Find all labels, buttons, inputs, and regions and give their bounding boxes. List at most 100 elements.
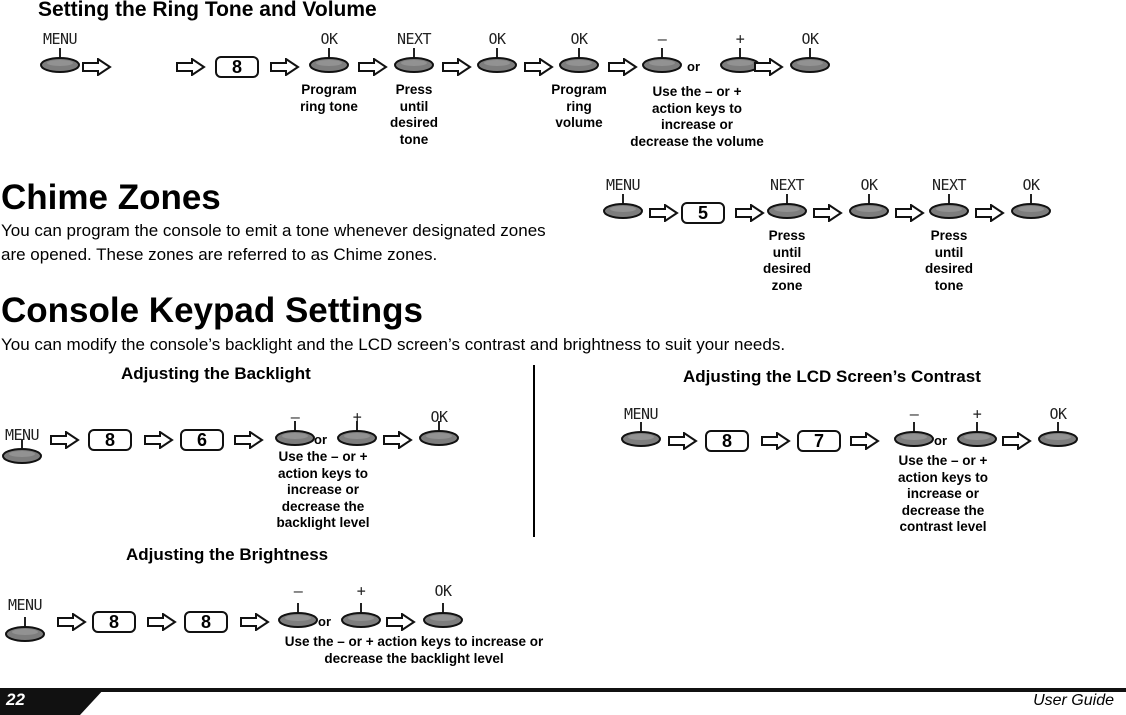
backlight-caption: Use the – or + action keys to increase o… [276, 449, 370, 530]
oval-key-icon [394, 48, 434, 73]
keypad-button-minus[interactable] [642, 48, 682, 73]
keypad-button-ok[interactable] [1011, 194, 1051, 219]
step-caption: Press until desired tone [924, 228, 974, 293]
oval-key-icon [642, 48, 682, 73]
footer-rule [0, 688, 1126, 692]
key-label: OK [1022, 176, 1040, 194]
step-caption: Press until desired zone [762, 228, 812, 293]
number-key-7[interactable]: 7 [797, 430, 841, 452]
keypad-button-plus[interactable] [957, 422, 997, 447]
arrow-right-icon [524, 57, 554, 77]
key-label: OK [488, 30, 506, 48]
backlight-heading: Adjusting the Backlight [121, 364, 311, 383]
column-divider [533, 365, 535, 537]
key-label: OK [430, 408, 448, 426]
contrast-caption: Use the – or + action keys to increase o… [897, 453, 989, 534]
key-label: OK [860, 176, 878, 194]
keypad-settings-body: You can modify the console’s backlight a… [1, 335, 786, 354]
key-label: + [352, 408, 362, 426]
arrow-right-icon [649, 203, 679, 223]
page-number: 22 [6, 690, 25, 709]
arrow-right-icon [270, 57, 300, 77]
keypad-button-ok[interactable] [849, 194, 889, 219]
keypad-button-ok[interactable] [790, 48, 830, 73]
number-key-8[interactable]: 8 [92, 611, 136, 633]
arrow-right-icon [176, 57, 206, 77]
key-label: NEXT [396, 30, 432, 48]
key-label: MENU [4, 426, 40, 444]
key-label: MENU [623, 405, 659, 423]
keypad-button-next[interactable] [767, 194, 807, 219]
oval-key-icon [849, 194, 889, 219]
step-caption: Press until desired tone [389, 82, 439, 147]
oval-key-icon [40, 48, 80, 73]
key-label: + [735, 30, 745, 48]
oval-key-icon [559, 48, 599, 73]
key-label: + [972, 405, 982, 423]
key-label: MENU [42, 30, 78, 48]
key-label: NEXT [769, 176, 805, 194]
key-label: MENU [605, 176, 641, 194]
number-key-5[interactable]: 5 [681, 202, 725, 224]
key-label: OK [801, 30, 819, 48]
step-caption: Program ring tone [300, 82, 358, 114]
arrow-right-icon [813, 203, 843, 223]
arrow-right-icon [147, 612, 177, 632]
key-label: – [290, 408, 300, 426]
oval-key-icon [309, 48, 349, 73]
keypad-button-next[interactable] [394, 48, 434, 73]
key-label: – [293, 582, 303, 600]
key-label: OK [570, 30, 588, 48]
keypad-button-ok[interactable] [1038, 422, 1078, 447]
keypad-button-ok[interactable] [559, 48, 599, 73]
arrow-right-icon [144, 430, 174, 450]
arrow-right-icon [895, 203, 925, 223]
chime-zones-body: You can program the console to emit a to… [1, 221, 546, 264]
or-label: or [687, 59, 700, 74]
keypad-button-menu[interactable] [40, 48, 80, 73]
contrast-heading: Adjusting the LCD Screen’s Contrast [683, 367, 981, 386]
key-label: OK [1049, 405, 1067, 423]
or-label: or [318, 614, 331, 629]
arrow-right-icon [234, 430, 264, 450]
key-label: – [657, 30, 667, 48]
keypad-button-ok[interactable] [423, 603, 463, 628]
document-title: User Guide [1033, 692, 1114, 709]
arrow-right-icon [442, 57, 472, 77]
or-label: or [934, 433, 947, 448]
number-key-8[interactable]: 8 [184, 611, 228, 633]
key-label: OK [320, 30, 338, 48]
oval-key-icon [341, 603, 381, 628]
number-key-6[interactable]: 6 [180, 429, 224, 451]
keypad-button-plus[interactable] [341, 603, 381, 628]
keypad-button-ok[interactable] [309, 48, 349, 73]
number-key-8[interactable]: 8 [88, 429, 132, 451]
key-label: NEXT [931, 176, 967, 194]
oval-key-icon [1011, 194, 1051, 219]
keypad-button-ok[interactable] [477, 48, 517, 73]
oval-key-icon [5, 617, 45, 642]
arrow-right-icon [57, 612, 87, 632]
or-label: or [314, 432, 327, 447]
key-label: – [909, 405, 919, 423]
number-key-8[interactable]: 8 [705, 430, 749, 452]
keypad-settings-heading: Console Keypad Settings [1, 291, 424, 330]
keypad-button-menu[interactable] [621, 422, 661, 447]
keypad-button-minus[interactable] [894, 422, 934, 447]
keypad-button-menu[interactable] [603, 194, 643, 219]
oval-key-icon [929, 194, 969, 219]
arrow-right-icon [358, 57, 388, 77]
keypad-button-menu[interactable] [5, 617, 45, 642]
brightness-caption: Use the – or + action keys to increase o… [284, 634, 544, 666]
oval-key-icon [423, 603, 463, 628]
number-key-8[interactable]: 8 [215, 56, 259, 78]
arrow-right-icon [850, 431, 880, 451]
keypad-button-minus[interactable] [278, 603, 318, 628]
arrow-right-icon [668, 431, 698, 451]
oval-key-icon [621, 422, 661, 447]
arrow-right-icon [975, 203, 1005, 223]
oval-key-icon [278, 603, 318, 628]
arrow-right-icon [386, 612, 416, 632]
chime-zones-heading: Chime Zones [1, 178, 221, 217]
keypad-button-next[interactable] [929, 194, 969, 219]
